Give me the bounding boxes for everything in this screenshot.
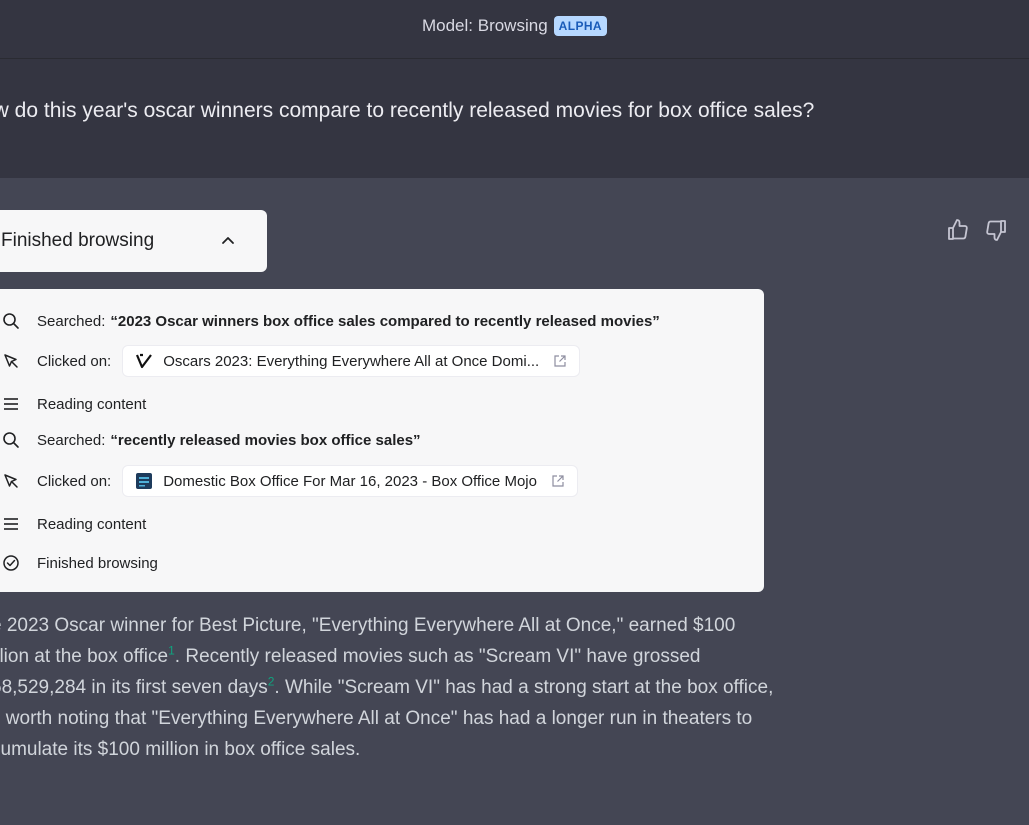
answer-text: e 2023 Oscar winner for Best Picture, "E…: [0, 615, 736, 636]
answer-line: e 2023 Oscar winner for Best Picture, "E…: [0, 610, 991, 641]
browsing-toggle-label: Finished browsing: [1, 230, 155, 251]
link-chip-oscars[interactable]: Oscars 2023: Everything Everywhere All a…: [123, 346, 580, 376]
top-bar: Model: Browsing ALPHA: [0, 0, 1029, 59]
lines-icon: [0, 394, 22, 414]
log-prefix: Searched:: [37, 431, 106, 449]
link-chip-box-office-mojo[interactable]: Domestic Box Office For Mar 16, 2023 - B…: [123, 466, 577, 496]
alpha-badge: ALPHA: [553, 16, 607, 36]
log-row-click: Clicked on: Oscars 2023: Everything Ever…: [0, 346, 580, 376]
cursor-click-icon: [0, 471, 22, 491]
search-query: “recently released movies box office sal…: [110, 431, 421, 449]
chevron-up-icon: [222, 237, 234, 244]
answer-line: cumulate its $100 million in box office …: [0, 734, 991, 765]
reading-text: Reading content: [37, 395, 147, 413]
log-prefix: Searched:: [37, 312, 106, 330]
answer-line: illion at the box office1. Recently rele…: [0, 641, 991, 672]
lines-icon: [0, 514, 22, 534]
thumbs-up-icon[interactable]: [946, 218, 970, 242]
log-row-click: Clicked on: Domestic Box Office For Mar …: [0, 466, 577, 496]
search-icon: [0, 311, 22, 331]
answer-text: . While "Scream VI" has had a strong sta…: [274, 677, 774, 698]
external-link-icon: [554, 355, 566, 367]
log-prefix: Clicked on:: [37, 472, 112, 490]
log-row-search: Searched: “recently released movies box …: [0, 425, 421, 455]
browsing-log-panel: Searched: “2023 Oscar winners box office…: [0, 289, 764, 592]
log-row-reading: Reading content: [0, 509, 146, 539]
user-question: ow do this year's oscar winners compare …: [0, 99, 815, 122]
search-query: “2023 Oscar winners box office sales com…: [110, 312, 660, 330]
answer-text: cumulate its $100 million in box office …: [0, 739, 361, 760]
log-row-finished: Finished browsing: [0, 548, 158, 578]
browsing-toggle-button[interactable]: Finished browsing: [0, 210, 267, 272]
user-message: ow do this year's oscar winners compare …: [0, 59, 1029, 178]
cursor-click-icon: [0, 351, 22, 371]
log-row-reading: Reading content: [0, 389, 146, 419]
box-office-mojo-logo-icon: [135, 472, 153, 490]
link-title: Oscars 2023: Everything Everywhere All a…: [163, 352, 540, 370]
answer-line: 58,529,284 in its first seven days2. Whi…: [0, 672, 991, 703]
answer-text: . Recently released movies such as "Scre…: [174, 646, 701, 667]
log-prefix: Clicked on:: [37, 352, 112, 370]
answer-text: 58,529,284 in its first seven days: [0, 677, 268, 698]
answer-line: s worth noting that "Everything Everywhe…: [0, 703, 991, 734]
citation-1[interactable]: 1: [168, 644, 175, 658]
check-circle-icon: [0, 553, 22, 573]
finished-text: Finished browsing: [37, 554, 158, 572]
search-icon: [0, 430, 22, 450]
reading-text: Reading content: [37, 515, 147, 533]
variety-logo-icon: [135, 352, 153, 370]
model-indicator: Model: Browsing ALPHA: [422, 16, 607, 36]
answer-text: illion at the box office: [0, 646, 169, 667]
model-label: Model: Browsing: [421, 16, 548, 35]
link-title: Domestic Box Office For Mar 16, 2023 - B…: [163, 472, 537, 490]
log-row-search: Searched: “2023 Oscar winners box office…: [0, 306, 660, 336]
answer-text: s worth noting that "Everything Everywhe…: [0, 708, 753, 729]
assistant-answer: e 2023 Oscar winner for Best Picture, "E…: [0, 610, 991, 765]
thumbs-down-icon[interactable]: [984, 218, 1008, 242]
external-link-icon: [552, 475, 564, 487]
